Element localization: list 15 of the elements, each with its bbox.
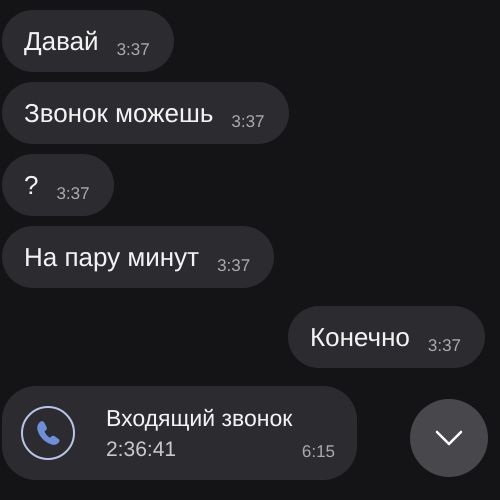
chevron-down-icon xyxy=(434,429,464,447)
message-time: 3:37 xyxy=(231,112,264,132)
message-text: Конечно xyxy=(310,322,410,352)
call-duration: 2:36:41 xyxy=(106,438,176,462)
phone-icon xyxy=(20,405,76,461)
message-text: На пару минут xyxy=(24,242,200,272)
message-text: ? xyxy=(24,170,38,200)
message-text: Давай xyxy=(24,26,99,56)
message-time: 3:37 xyxy=(116,40,150,60)
call-title: Входящий звонок xyxy=(106,404,294,432)
message-time: 3:37 xyxy=(428,336,461,356)
message-time: 3:37 xyxy=(217,256,250,276)
message-text: Звонок можешь xyxy=(24,98,214,128)
message-time: 6:15 xyxy=(302,442,335,462)
message-time: 3:37 xyxy=(56,184,90,204)
